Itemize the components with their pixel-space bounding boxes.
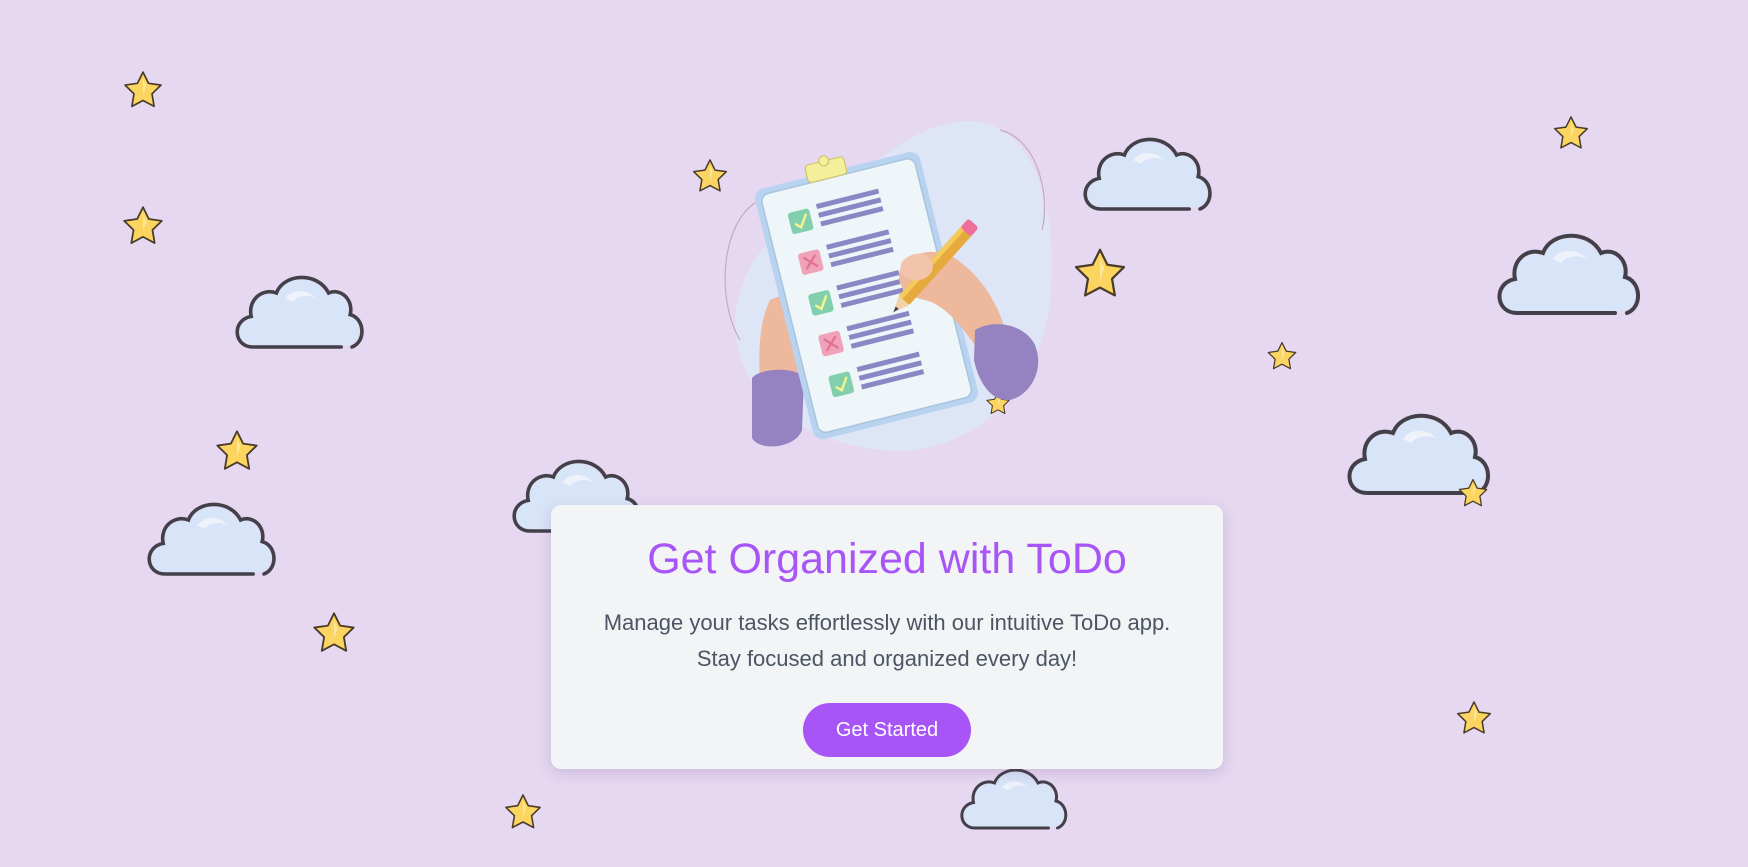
hero-description-line-2: Stay focused and organized every day! [696,646,1078,671]
landing-page: Get Organized with ToDo Manage your task… [0,0,1748,867]
hero-title: Get Organized with ToDo [647,535,1127,583]
hero-description-line-1: Manage your tasks effortlessly with our … [603,610,1171,635]
hero-card: Get Organized with ToDo Manage your task… [551,505,1223,769]
hero-description: Manage your tasks effortlessly with our … [567,605,1207,677]
get-started-button[interactable]: Get Started [803,703,971,757]
